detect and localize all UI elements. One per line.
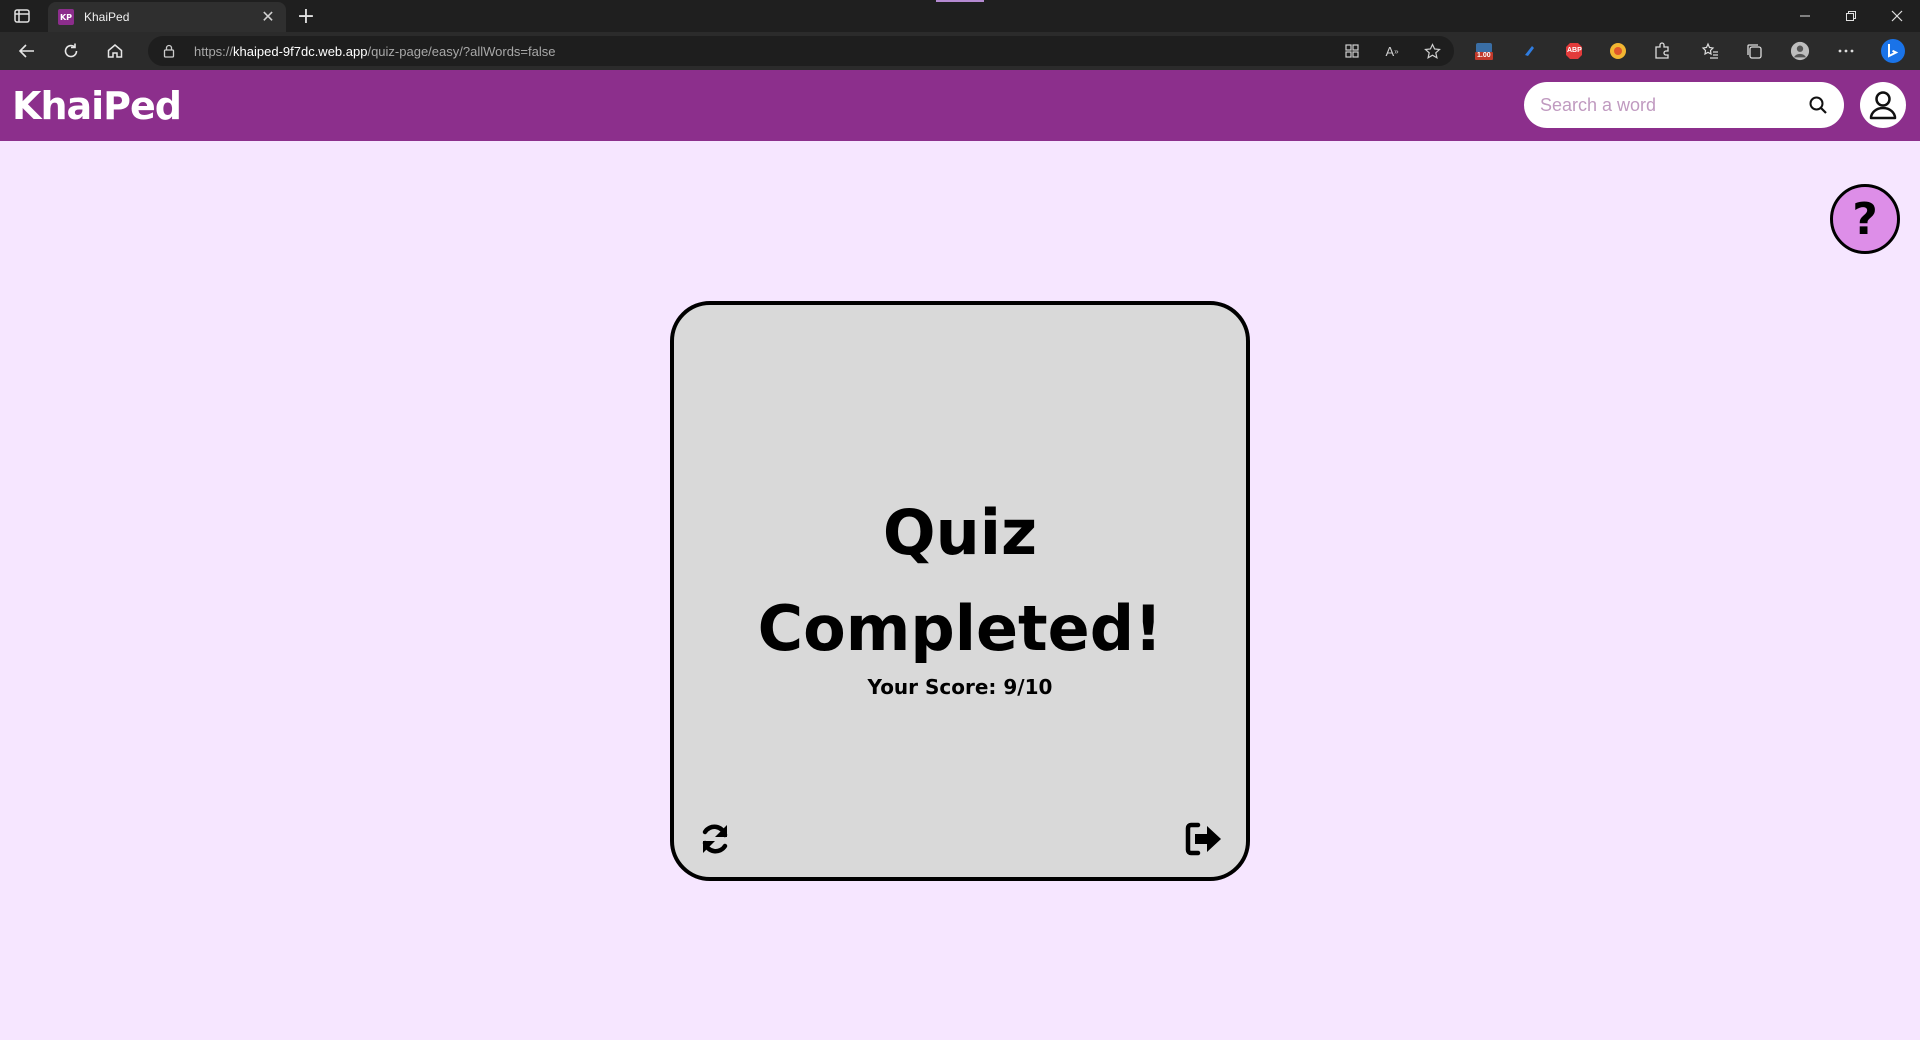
profile-avatar-icon[interactable] <box>1790 41 1810 61</box>
more-options-icon[interactable] <box>1836 41 1856 61</box>
extension-badge-icon[interactable]: 1.00 <box>1474 41 1494 61</box>
help-button[interactable]: ? <box>1830 184 1900 254</box>
back-icon[interactable] <box>14 39 40 63</box>
favorite-star-icon[interactable] <box>1422 42 1442 60</box>
app-available-icon[interactable] <box>1342 42 1362 60</box>
close-window-icon[interactable] <box>1874 0 1920 32</box>
user-icon <box>1869 91 1897 120</box>
adblock-plus-label: ABP <box>1567 47 1582 54</box>
home-icon[interactable] <box>102 39 128 63</box>
exit-icon <box>1185 822 1221 856</box>
quiz-result-card: Quiz Completed! Your Score: 9/10 <box>670 301 1250 881</box>
url-host: khaiped-9f7dc.web.app <box>233 44 368 59</box>
help-question-icon: ? <box>1852 193 1878 245</box>
favorites-list-icon[interactable] <box>1700 41 1720 61</box>
tab-favicon-icon: KP <box>58 9 74 25</box>
extension-badge-text: 1.00 <box>1477 52 1491 59</box>
tab-actions-icon[interactable] <box>12 7 32 25</box>
read-aloud-icon[interactable]: A» <box>1382 42 1402 60</box>
extensions-puzzle-icon[interactable] <box>1652 41 1672 61</box>
quiz-score: Your Score: 9/10 <box>867 675 1053 699</box>
address-bar[interactable]: https://khaiped-9f7dc.web.app/quiz-page/… <box>148 36 1454 66</box>
user-account-button[interactable] <box>1860 82 1906 128</box>
url-path: /quiz-page/easy/?allWords=false <box>367 44 556 59</box>
search-bar <box>1524 82 1844 128</box>
browser-toolbar: https://khaiped-9f7dc.web.app/quiz-page/… <box>0 32 1920 70</box>
browser-tab-strip: KP KhaiPed ✕ + <box>0 0 1920 32</box>
url-text[interactable]: https://khaiped-9f7dc.web.app/quiz-page/… <box>194 44 555 59</box>
url-scheme: https:// <box>194 44 234 59</box>
collections-icon[interactable] <box>1744 41 1764 61</box>
browser-tab-active[interactable]: KP KhaiPed ✕ <box>48 2 286 32</box>
restore-icon[interactable] <box>1828 0 1874 32</box>
search-icon[interactable] <box>1808 95 1828 115</box>
site-header: KhaiPed <box>0 70 1920 141</box>
search-input[interactable] <box>1540 92 1800 118</box>
tab-close-icon[interactable]: ✕ <box>256 5 280 29</box>
window-accent-bar <box>936 0 984 2</box>
extension-circle-icon[interactable] <box>1608 41 1628 61</box>
quiz-completed-title: Quiz Completed! <box>757 496 1163 665</box>
new-tab-icon[interactable]: + <box>294 4 318 29</box>
lock-icon[interactable] <box>162 44 176 58</box>
extension-arrow-icon[interactable] <box>1520 41 1540 61</box>
adblock-plus-icon[interactable]: ABP <box>1564 41 1584 61</box>
site-logo[interactable]: KhaiPed <box>12 84 182 128</box>
exit-quiz-button[interactable] <box>1184 820 1224 858</box>
minimize-icon[interactable] <box>1782 0 1828 32</box>
bing-copilot-icon[interactable] <box>1880 38 1906 64</box>
reload-icon[interactable] <box>58 39 84 63</box>
tab-title: KhaiPed <box>84 10 130 24</box>
restart-quiz-button[interactable] <box>696 820 734 858</box>
restart-icon <box>702 824 728 854</box>
